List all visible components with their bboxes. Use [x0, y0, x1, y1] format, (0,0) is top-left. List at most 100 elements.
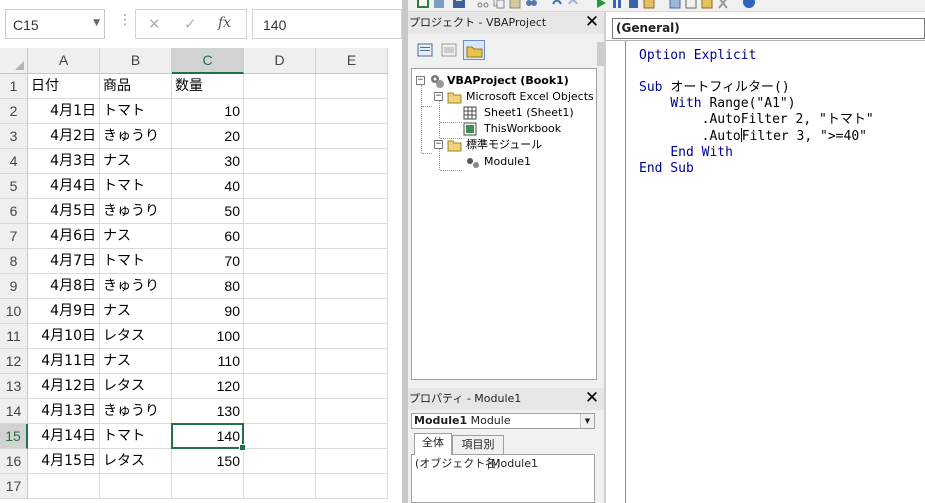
cell-b6[interactable]: きゅうり	[100, 199, 172, 224]
object-select[interactable]: Module1 Module ▼	[411, 413, 595, 429]
save-icon[interactable]	[452, 0, 466, 10]
cell-d6[interactable]	[244, 199, 316, 224]
cell-a10[interactable]: 4月9日	[28, 299, 100, 324]
row-header[interactable]: 11	[0, 324, 28, 349]
cell-b16[interactable]: レタス	[100, 449, 172, 474]
cell-a3[interactable]: 4月2日	[28, 124, 100, 149]
cell-c15[interactable]: 140	[172, 424, 244, 449]
cell-b7[interactable]: ナス	[100, 224, 172, 249]
cell-d4[interactable]	[244, 149, 316, 174]
cell-a17[interactable]	[28, 474, 100, 499]
cell-b17[interactable]	[100, 474, 172, 499]
toggle-folders-icon[interactable]	[463, 40, 485, 60]
project-explorer-scrollbar[interactable]	[597, 42, 604, 380]
cell-a5[interactable]: 4月4日	[28, 174, 100, 199]
cell-d8[interactable]	[244, 249, 316, 274]
cell-e14[interactable]	[316, 399, 388, 424]
row-header[interactable]: 6	[0, 199, 28, 224]
close-icon[interactable]: ✕	[583, 14, 601, 32]
cell-d10[interactable]	[244, 299, 316, 324]
cancel-icon[interactable]: ✕	[148, 15, 161, 33]
cell-e1[interactable]	[316, 74, 388, 99]
cell-a13[interactable]: 4月12日	[28, 374, 100, 399]
row-header[interactable]: 13	[0, 374, 28, 399]
cell-b11[interactable]: レタス	[100, 324, 172, 349]
row-header[interactable]: 14	[0, 399, 28, 424]
code-editor[interactable]: Option Explicit Sub オートフィルター() With Rang…	[606, 40, 925, 503]
column-header-b[interactable]: B	[100, 48, 172, 74]
tab-all[interactable]: 全体	[414, 433, 452, 455]
cell-a7[interactable]: 4月6日	[28, 224, 100, 249]
cell-b12[interactable]: ナス	[100, 349, 172, 374]
cell-e4[interactable]	[316, 149, 388, 174]
cell-e2[interactable]	[316, 99, 388, 124]
pause-icon[interactable]	[610, 0, 624, 10]
cell-b4[interactable]: ナス	[100, 149, 172, 174]
view-code-icon[interactable]	[414, 40, 436, 60]
collapse-icon[interactable]: −	[416, 76, 425, 85]
cell-b8[interactable]: トマト	[100, 249, 172, 274]
cell-e11[interactable]	[316, 324, 388, 349]
cell-c3[interactable]: 20	[172, 124, 244, 149]
cell-e6[interactable]	[316, 199, 388, 224]
cell-b2[interactable]: トマト	[100, 99, 172, 124]
cell-e10[interactable]	[316, 299, 388, 324]
property-row[interactable]: (オブジェクト名)Module1	[415, 457, 538, 471]
cell-b15[interactable]: トマト	[100, 424, 172, 449]
cell-e12[interactable]	[316, 349, 388, 374]
cell-d12[interactable]	[244, 349, 316, 374]
find-icon[interactable]	[524, 0, 538, 10]
copy-icon[interactable]	[492, 0, 506, 10]
design-mode-icon[interactable]	[642, 0, 656, 10]
cell-d2[interactable]	[244, 99, 316, 124]
view-object-icon[interactable]	[438, 40, 460, 60]
cell-b13[interactable]: レタス	[100, 374, 172, 399]
row-header[interactable]: 16	[0, 449, 28, 474]
run-icon[interactable]	[594, 0, 608, 10]
help-icon[interactable]	[742, 0, 756, 10]
row-header[interactable]: 10	[0, 299, 28, 324]
formula-input[interactable]: 140	[252, 9, 402, 39]
project-explorer-icon[interactable]	[668, 0, 682, 10]
cell-d15[interactable]	[244, 424, 316, 449]
cell-c10[interactable]: 90	[172, 299, 244, 324]
cell-e13[interactable]	[316, 374, 388, 399]
row-header[interactable]: 15	[0, 424, 28, 449]
chevron-down-icon[interactable]: ▼	[580, 414, 594, 428]
column-header-d[interactable]: D	[244, 48, 316, 74]
cell-b10[interactable]: ナス	[100, 299, 172, 324]
cell-c9[interactable]: 80	[172, 274, 244, 299]
cell-a15[interactable]: 4月14日	[28, 424, 100, 449]
tab-categorized[interactable]: 項目別	[452, 435, 504, 455]
cell-c1[interactable]: 数量	[172, 74, 244, 99]
row-header[interactable]: 17	[0, 474, 28, 499]
cell-b9[interactable]: きゅうり	[100, 274, 172, 299]
stop-icon[interactable]	[626, 0, 640, 10]
cell-e16[interactable]	[316, 449, 388, 474]
cell-a16[interactable]: 4月15日	[28, 449, 100, 474]
row-header[interactable]: 5	[0, 174, 28, 199]
cell-d1[interactable]	[244, 74, 316, 99]
cell-e3[interactable]	[316, 124, 388, 149]
object-combo[interactable]: (General)	[612, 18, 925, 39]
column-header-c[interactable]: C	[172, 48, 244, 74]
cell-d5[interactable]	[244, 174, 316, 199]
collapse-icon[interactable]: −	[434, 140, 443, 149]
code-lines[interactable]: Option Explicit Sub オートフィルター() With Rang…	[639, 48, 874, 177]
column-header-a[interactable]: A	[28, 48, 100, 74]
toolbox-icon[interactable]	[716, 0, 730, 10]
cell-a8[interactable]: 4月7日	[28, 249, 100, 274]
close-icon[interactable]: ✕	[583, 390, 601, 408]
column-header-e[interactable]: E	[316, 48, 388, 74]
cell-a2[interactable]: 4月1日	[28, 99, 100, 124]
row-header[interactable]: 1	[0, 74, 28, 99]
undo-icon[interactable]	[550, 0, 564, 10]
row-header[interactable]: 12	[0, 349, 28, 374]
object-browser-icon[interactable]	[700, 0, 714, 10]
paste-icon[interactable]	[508, 0, 522, 10]
insert-icon[interactable]	[432, 0, 446, 10]
cell-e8[interactable]	[316, 249, 388, 274]
cell-e15[interactable]	[316, 424, 388, 449]
cell-d17[interactable]	[244, 474, 316, 499]
cell-b1[interactable]: 商品	[100, 74, 172, 99]
